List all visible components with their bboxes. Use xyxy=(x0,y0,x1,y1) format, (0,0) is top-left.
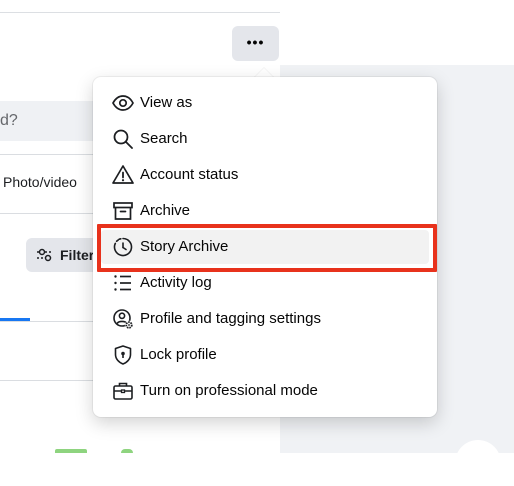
menu-item-label: Archive xyxy=(140,202,191,219)
user-gear-icon xyxy=(111,307,135,331)
archive-box-icon xyxy=(111,199,135,223)
eye-icon xyxy=(111,91,135,115)
filters-label: Filter xyxy=(60,247,95,263)
active-tab-indicator xyxy=(0,318,30,321)
menu-item-view-as[interactable]: View as xyxy=(101,86,429,120)
more-options-button[interactable]: ••• xyxy=(232,26,279,61)
menu-item-archive[interactable]: Archive xyxy=(101,194,429,228)
menu-item-search[interactable]: Search xyxy=(101,122,429,156)
menu-item-label: Profile and tagging settings xyxy=(140,310,321,327)
search-icon xyxy=(111,127,135,151)
list-icon xyxy=(111,271,135,295)
photo-video-button[interactable]: Photo/video xyxy=(3,174,77,190)
floating-action-button[interactable] xyxy=(455,440,501,486)
post-input-placeholder: d? xyxy=(0,112,18,129)
header-divider xyxy=(0,12,280,13)
menu-item-label: Lock profile xyxy=(140,346,217,363)
menu-item-label: View as xyxy=(140,94,193,111)
sliders-icon xyxy=(36,247,54,266)
shield-lock-icon xyxy=(111,343,135,367)
menu-item-label: Search xyxy=(140,130,188,147)
menu-item-label: Turn on professional mode xyxy=(140,382,318,399)
more-horizontal-icon: ••• xyxy=(246,34,265,50)
menu-item-lock-profile[interactable]: Lock profile xyxy=(101,338,429,372)
warning-triangle-icon xyxy=(111,163,135,187)
menu-item-label: Account status xyxy=(140,166,239,183)
menu-item-profile-tagging-settings[interactable]: Profile and tagging settings xyxy=(101,302,429,336)
menu-item-account-status[interactable]: Account status xyxy=(101,158,429,192)
partial-icon xyxy=(121,449,133,453)
partial-icon xyxy=(55,449,87,453)
briefcase-icon xyxy=(111,379,135,403)
menu-item-professional-mode[interactable]: Turn on professional mode xyxy=(101,374,429,408)
highlight-annotation-box xyxy=(97,224,437,272)
